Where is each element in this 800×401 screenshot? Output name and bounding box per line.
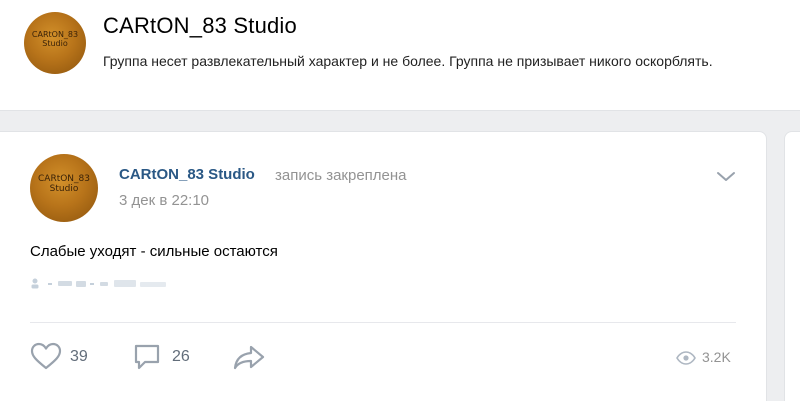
group-header: CARtON_83 Studio CARtON_83 Studio Группа… — [0, 0, 800, 111]
post-avatar-text-line2: Studio — [49, 184, 79, 195]
comment-icon — [134, 344, 160, 370]
post-pinned-label: запись закреплена — [275, 167, 407, 184]
like-count: 39 — [70, 348, 88, 365]
group-name: CARtON_83 Studio — [103, 13, 297, 38]
group-status: Группа несет развлекательный характер и … — [103, 53, 713, 69]
share-arrow-icon — [233, 345, 265, 370]
group-avatar-text-line2: Studio — [42, 39, 68, 49]
views-count: 3.2K — [702, 349, 731, 365]
side-panel-edge — [784, 131, 800, 401]
pinned-post: CARtON_83 Studio CARtON_83 Studio запись… — [0, 131, 767, 401]
post-date[interactable]: 3 дек в 22:10 — [119, 192, 209, 209]
group-avatar-text-line1: CARtON_83 — [31, 30, 79, 39]
eye-icon — [676, 351, 696, 365]
group-avatar[interactable]: CARtON_83 Studio — [24, 12, 86, 74]
post-avatar-text: CARtON_83 Studio — [30, 174, 98, 195]
views-counter: 3.2K — [676, 349, 746, 369]
post-author-link[interactable]: CARtON_83 Studio — [119, 166, 255, 183]
person-icon — [31, 278, 166, 289]
group-avatar-text: CARtON_83 Studio — [24, 30, 86, 48]
heart-icon — [30, 342, 62, 370]
post-divider — [30, 322, 736, 323]
share-button[interactable] — [232, 342, 268, 372]
post-text: Слабые уходят - сильные остаются — [30, 243, 278, 260]
chevron-down-icon[interactable] — [715, 170, 737, 184]
comment-button[interactable]: 26 — [132, 342, 202, 372]
comment-count: 26 — [172, 348, 190, 365]
like-button[interactable]: 39 — [30, 342, 100, 372]
post-signature[interactable] — [30, 277, 170, 291]
post-author-avatar[interactable]: CARtON_83 Studio — [30, 154, 98, 222]
post-avatar-text-line1: CARtON_83 — [38, 174, 90, 184]
